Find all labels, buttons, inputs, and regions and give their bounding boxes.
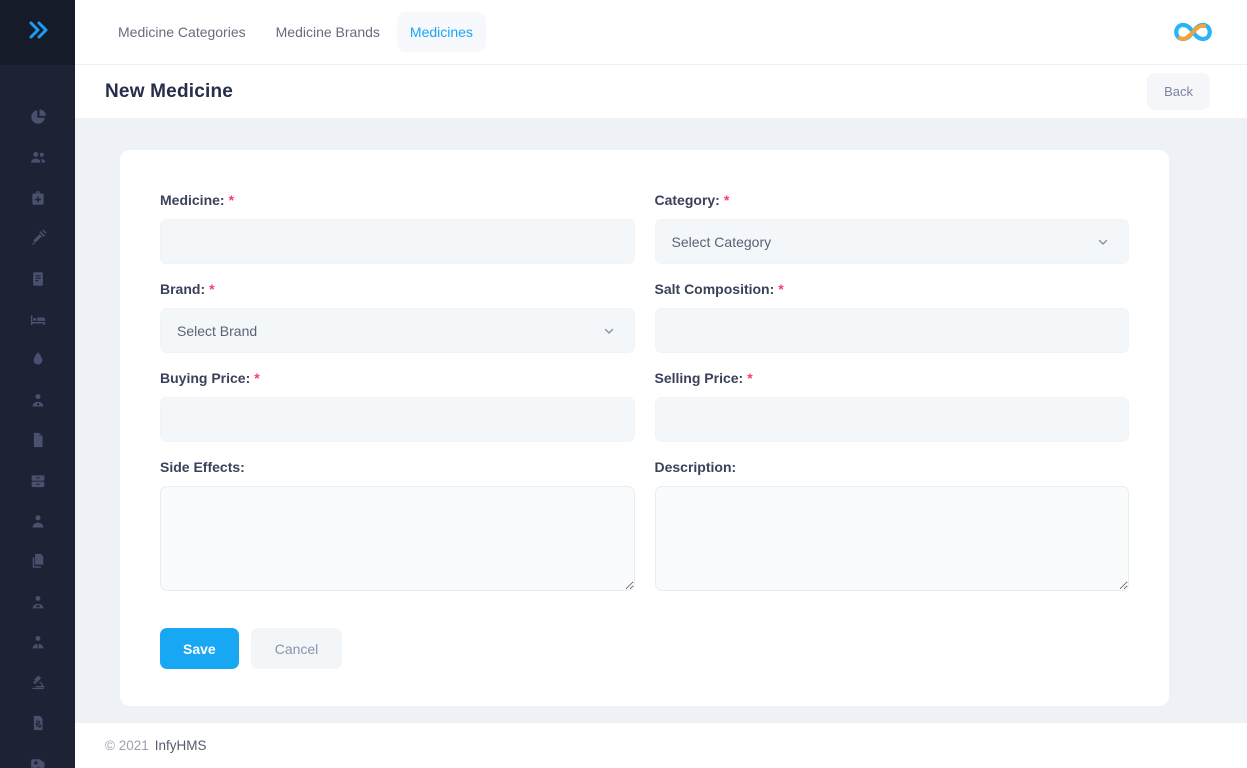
files-icon[interactable]	[29, 552, 47, 570]
cabinet-icon[interactable]	[29, 472, 47, 490]
brand-label: Brand:	[160, 281, 205, 297]
field-brand: Brand:* Select Brand	[160, 281, 635, 353]
required-asterisk: *	[747, 370, 752, 386]
back-button[interactable]: Back	[1147, 73, 1210, 110]
description-label: Description:	[655, 459, 737, 475]
page-header: New Medicine Back	[75, 65, 1247, 118]
form-actions: Save Cancel	[160, 628, 1129, 669]
person-icon[interactable]	[29, 512, 47, 530]
field-category: Category:* Select Category	[655, 192, 1130, 264]
selling-price-label: Selling Price:	[655, 370, 744, 386]
prescription-icon[interactable]	[29, 714, 47, 732]
cancel-button[interactable]: Cancel	[251, 628, 343, 669]
required-asterisk: *	[254, 370, 259, 386]
first-aid-kit-icon[interactable]	[29, 189, 47, 207]
buying-price-label: Buying Price:	[160, 370, 250, 386]
chevron-down-icon	[602, 324, 616, 338]
brand-name: InfyHMS	[155, 738, 207, 753]
nav-tabs: Medicine CategoriesMedicine BrandsMedici…	[105, 12, 486, 52]
side-effects-label: Side Effects:	[160, 459, 245, 475]
required-asterisk: *	[724, 192, 729, 208]
new-medicine-form-card: Medicine:*Category:*Select CategoryBrand…	[120, 150, 1169, 706]
description-textarea[interactable]	[655, 486, 1130, 591]
doctor-icon[interactable]	[29, 391, 47, 409]
sidebar-menu	[29, 65, 47, 768]
bed-icon[interactable]	[29, 310, 47, 328]
footer: © 2021 InfyHMS	[75, 723, 1247, 768]
category-label: Category:	[655, 192, 720, 208]
person-tie-icon[interactable]	[29, 633, 47, 651]
required-asterisk: *	[209, 281, 214, 297]
category-selected-value: Select Category	[672, 234, 1097, 250]
nav-tab-medicine-brands[interactable]: Medicine Brands	[263, 12, 393, 52]
person-badge-icon[interactable]	[29, 593, 47, 611]
new-medicine-form: Medicine:*Category:*Select CategoryBrand…	[160, 192, 1129, 591]
field-salt-composition: Salt Composition:*	[655, 281, 1130, 353]
chevron-down-icon	[1096, 235, 1110, 249]
copyright-text: © 2021	[105, 738, 149, 753]
medicine-label: Medicine:	[160, 192, 225, 208]
brand-select[interactable]: Select Brand	[160, 308, 635, 353]
content-area: Medicine:*Category:*Select CategoryBrand…	[75, 118, 1247, 723]
double-chevron-right-icon	[26, 20, 50, 45]
selling-price-input[interactable]	[655, 397, 1130, 442]
field-medicine: Medicine:*	[160, 192, 635, 264]
microscope-icon[interactable]	[29, 673, 47, 691]
invoice-icon[interactable]	[29, 270, 47, 288]
brand-selected-value: Select Brand	[177, 323, 602, 339]
ambulance-icon[interactable]	[29, 754, 47, 768]
required-asterisk: *	[229, 192, 234, 208]
nav-tab-medicine-categories[interactable]: Medicine Categories	[105, 12, 259, 52]
sidebar-toggle-button[interactable]	[0, 0, 75, 65]
page-title: New Medicine	[105, 81, 233, 103]
top-navigation: Medicine CategoriesMedicine BrandsMedici…	[75, 0, 1247, 65]
salt-composition-label: Salt Composition:	[655, 281, 775, 297]
side-effects-textarea[interactable]	[160, 486, 635, 591]
pie-chart-icon[interactable]	[29, 108, 47, 126]
field-description: Description:	[655, 459, 1130, 591]
blood-drop-icon[interactable]	[29, 350, 47, 368]
field-buying-price: Buying Price:*	[160, 370, 635, 442]
field-side-effects: Side Effects:	[160, 459, 635, 591]
field-selling-price: Selling Price:*	[655, 370, 1130, 442]
nav-tab-medicines[interactable]: Medicines	[397, 12, 486, 52]
sidebar	[0, 0, 75, 768]
save-button[interactable]: Save	[160, 628, 239, 669]
category-select[interactable]: Select Category	[655, 219, 1130, 264]
buying-price-input[interactable]	[160, 397, 635, 442]
users-icon[interactable]	[29, 148, 47, 166]
syringe-icon[interactable]	[29, 229, 47, 247]
medicine-input[interactable]	[160, 219, 635, 264]
document-icon[interactable]	[29, 431, 47, 449]
salt-composition-input[interactable]	[655, 308, 1130, 353]
required-asterisk: *	[778, 281, 783, 297]
infyhms-logo[interactable]	[1169, 17, 1217, 47]
